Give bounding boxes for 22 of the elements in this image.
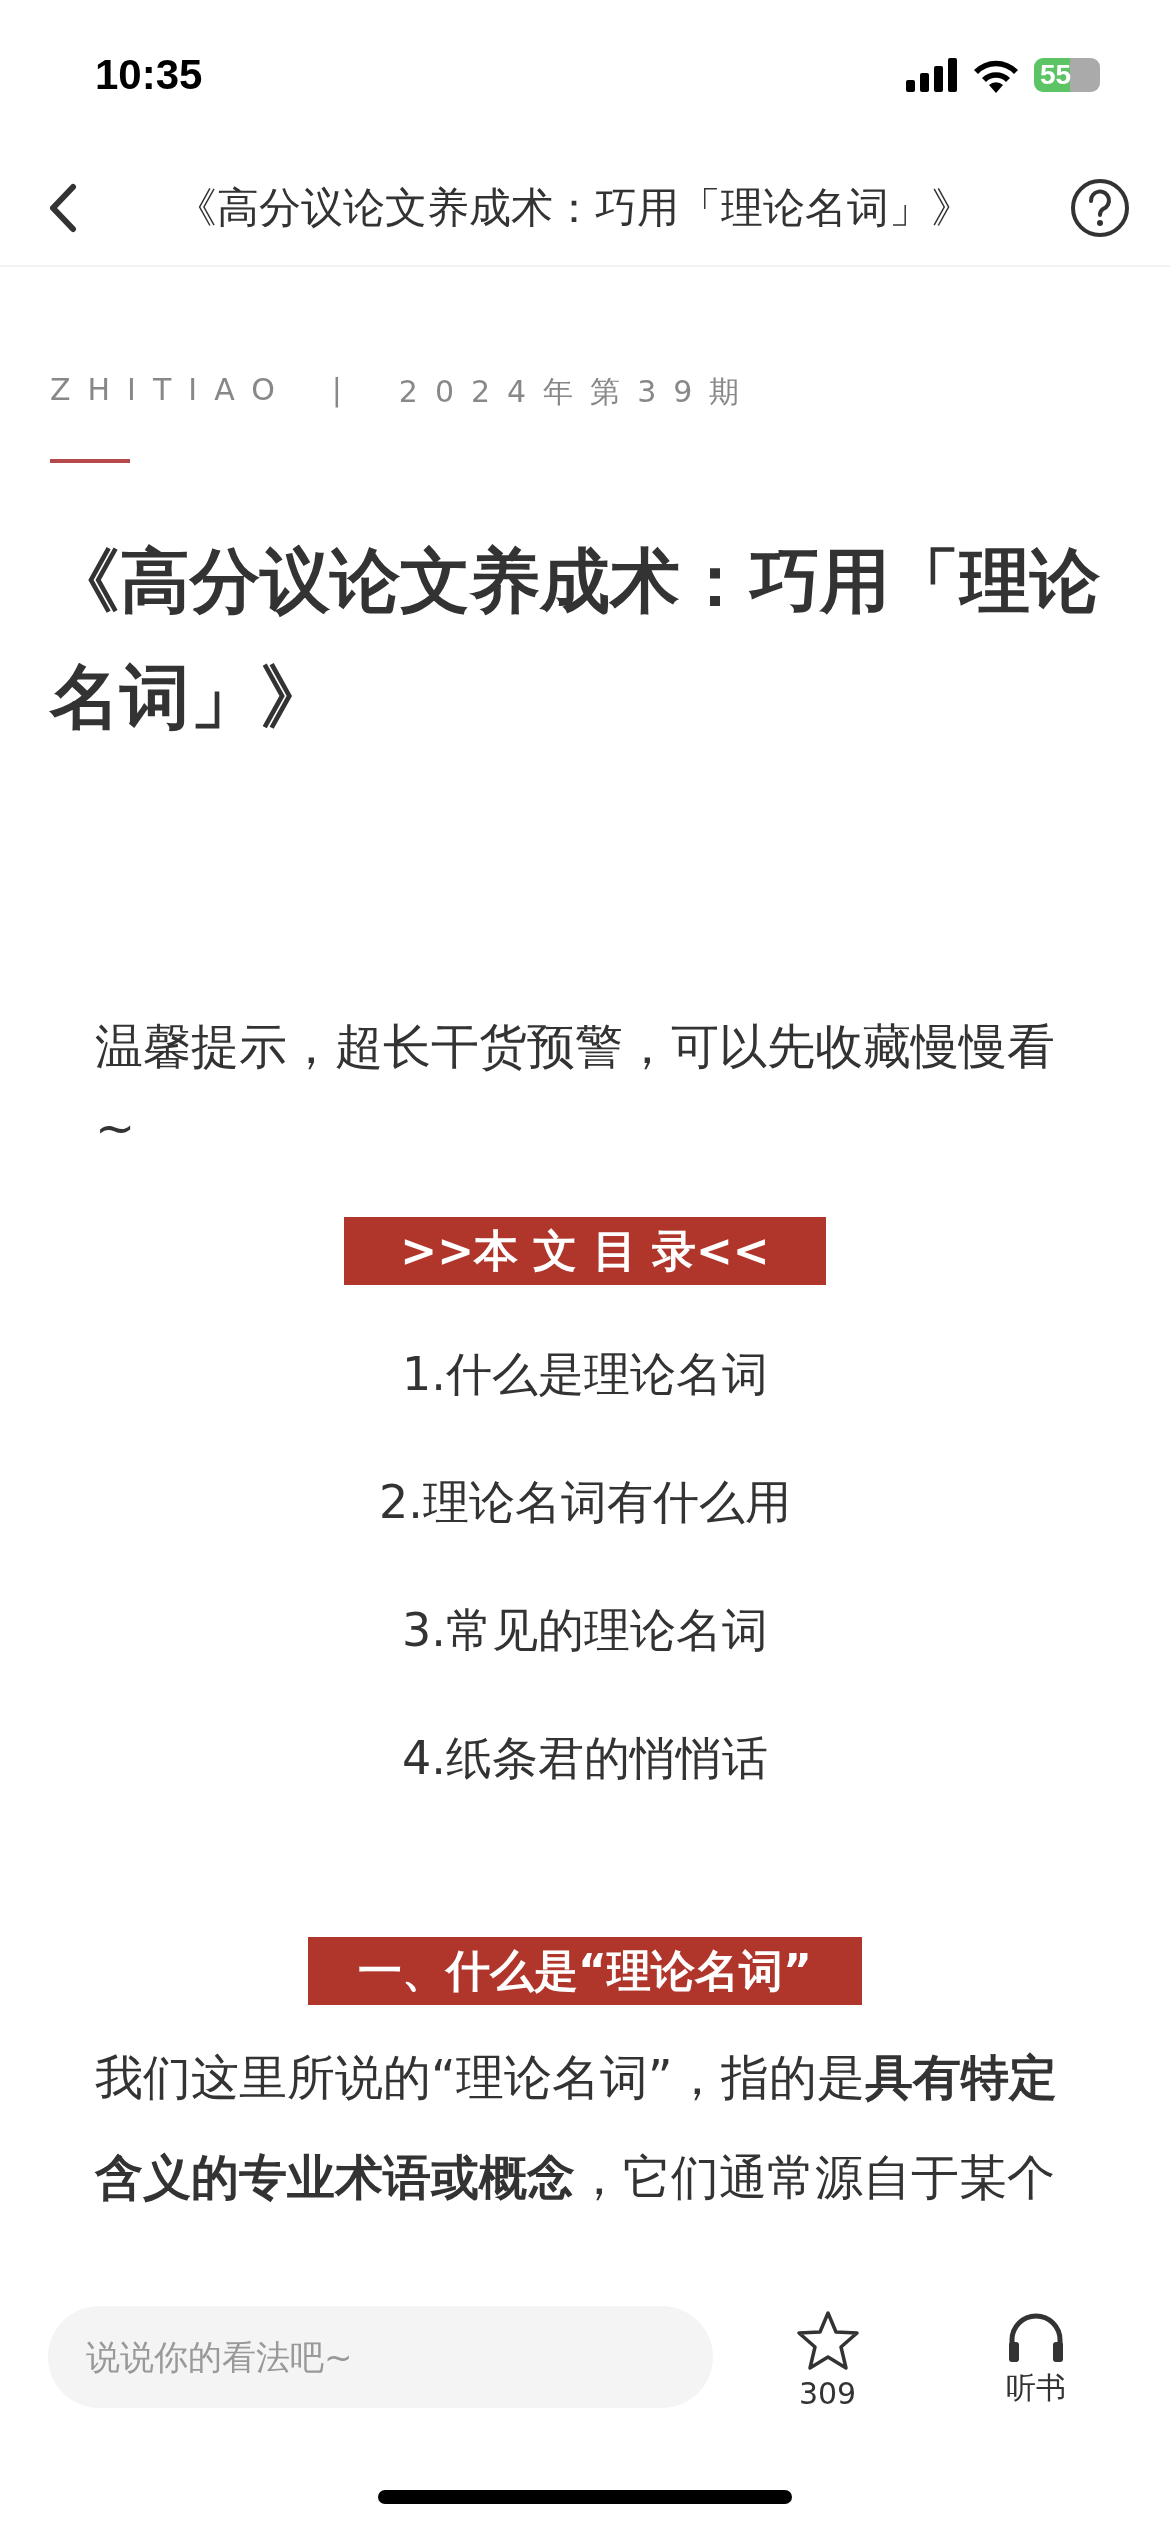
status-time: 10:35 [95, 51, 203, 99]
toc-item[interactable]: 4.纸条君的悄悄话 [402, 1729, 768, 1787]
issue-label: 2024年第39期 [398, 373, 757, 411]
section-heading: 一、什么是“理论名词” [308, 1937, 862, 2005]
toc-item[interactable]: 2.理论名词有什么用 [379, 1473, 791, 1531]
brand-label: ZHITIAO [50, 372, 292, 409]
favorite-count: 309 [798, 2376, 857, 2411]
comment-field[interactable]: 说说你的看法吧~ [48, 2306, 714, 2408]
help-icon[interactable] [1070, 177, 1130, 238]
meta-separator: | [331, 372, 359, 410]
toc-item[interactable]: 1.什么是理论名词 [402, 1345, 768, 1403]
toc-heading: >>本 文 目 录<< [344, 1217, 826, 1285]
hint-text: 温馨提示，超长干货预警，可以先收藏慢慢看~ [94, 1017, 1056, 1158]
signal-icon [906, 58, 958, 92]
back-icon[interactable] [48, 182, 78, 233]
page-title: 《高分议论文养成术：巧用「理论名词」》 [174, 181, 974, 234]
listen-label[interactable]: 听书 [1005, 2368, 1066, 2409]
paragraph-text: 我们这里所说的“理论名词”，指的是具有特定含义的专业术语或概念，它们通常源自于某个 [93, 2048, 1058, 2207]
toc-item[interactable]: 3.常见的理论名词 [402, 1601, 768, 1659]
star-icon[interactable] [795, 2310, 860, 2372]
article-title: 《高分议论文养成术：巧用「理论名词」》 [50, 538, 1101, 740]
battery-icon: 55 [1034, 58, 1100, 92]
